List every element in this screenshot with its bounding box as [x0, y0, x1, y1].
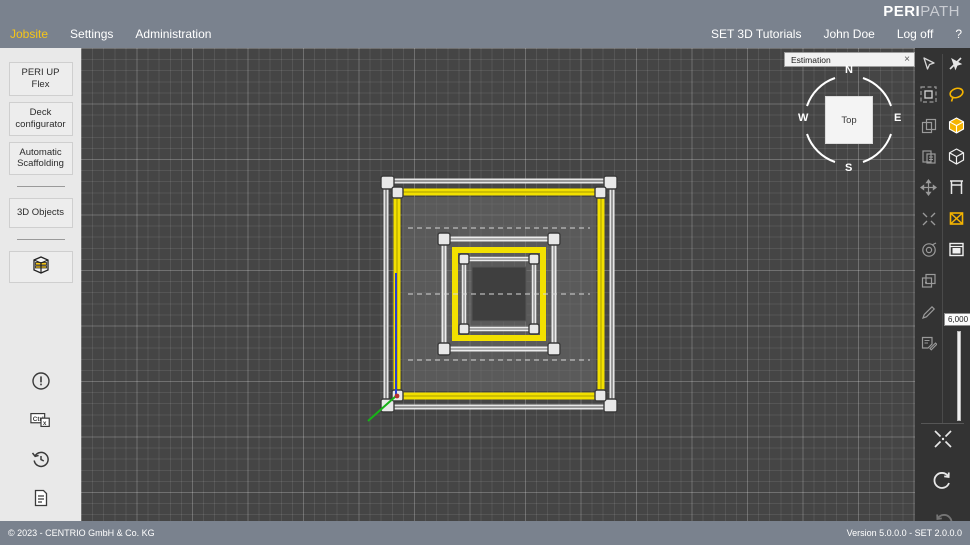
tool-deselect[interactable]	[943, 48, 970, 79]
tool-lasso-select[interactable]	[943, 79, 970, 110]
tool-move[interactable]	[915, 172, 943, 203]
tool-target[interactable]	[915, 234, 943, 265]
top-header-bar: PERIPATH Jobsite Settings Administration…	[0, 0, 970, 48]
left-sidebar: PERI UP Flex Deck configurator Automatic…	[0, 48, 81, 545]
height-slider-track[interactable]	[957, 331, 961, 421]
compass-east-label: E	[894, 112, 902, 124]
sidebar-document-icon[interactable]	[30, 487, 52, 509]
sidebar-history-icon[interactable]	[30, 448, 52, 470]
compass-north-label: N	[845, 64, 853, 76]
cube-solid-icon	[948, 117, 964, 134]
tool-frame[interactable]	[943, 172, 970, 203]
tool-zoom-fit[interactable]	[930, 426, 956, 452]
sidebar-deck-configurator[interactable]: Deck configurator	[8, 101, 73, 136]
toolbar-divider	[921, 423, 964, 424]
nav-administration[interactable]: Administration	[135, 27, 211, 41]
tool-paste[interactable]	[915, 141, 943, 172]
sidebar-utility-icons: Ctrl x	[0, 370, 81, 545]
move-icon	[920, 179, 938, 196]
tool-empty-1	[943, 265, 970, 296]
toolbar-bottom-group	[915, 426, 970, 536]
nav-log-off[interactable]: Log off	[897, 27, 933, 41]
primary-navigation: Jobsite Settings Administration	[10, 27, 211, 41]
view-cube-top-face[interactable]: Top	[825, 96, 873, 144]
sidebar-3d-box-button[interactable]	[8, 251, 73, 284]
tool-duplicate-add[interactable]	[915, 265, 943, 296]
paste-icon	[922, 149, 936, 164]
toolbar-row	[915, 172, 970, 203]
tool-select[interactable]	[915, 48, 943, 79]
footer-version: Version 5.0.0.0 - SET 2.0.0.0	[846, 528, 962, 538]
3d-viewport[interactable]: Estimation × N E S W Top	[81, 48, 915, 521]
select-box-icon	[920, 86, 937, 103]
nav-jobsite[interactable]: Jobsite	[10, 27, 48, 41]
3d-box-icon	[31, 255, 51, 280]
height-slider[interactable]: 6,000	[944, 313, 970, 423]
tool-collapse[interactable]	[915, 203, 943, 234]
cursor-select-icon	[923, 56, 935, 70]
tool-edit[interactable]	[915, 296, 943, 327]
tool-annotate[interactable]	[915, 327, 943, 358]
application-window: PERIPATH Jobsite Settings Administration…	[0, 0, 970, 545]
nav-user-john-doe[interactable]: John Doe	[823, 27, 874, 41]
undo-icon	[933, 472, 950, 489]
toolbar-row	[915, 141, 970, 172]
duplicate-add-icon	[921, 273, 936, 288]
cube-wire-icon	[948, 148, 964, 165]
sidebar-divider-1	[16, 186, 65, 188]
sidebar-divider-2	[16, 239, 65, 241]
footer-bar: © 2023 - CENTRIO GmbH & Co. KG Version 5…	[0, 521, 970, 545]
compass-south-label: S	[845, 162, 853, 174]
tool-cube-solid[interactable]	[943, 110, 970, 141]
scaffolding-model[interactable]	[367, 173, 620, 422]
zoom-fit-icon	[933, 430, 952, 448]
collapse-icon	[922, 212, 936, 225]
account-navigation: SET 3D Tutorials John Doe Log off ?	[711, 27, 962, 41]
peripath-logo: PERIPATH	[883, 3, 960, 20]
svg-text:x: x	[42, 420, 46, 427]
toolbar-row	[915, 234, 970, 265]
toolbar-row	[915, 79, 970, 110]
toolbar-icon-grid	[915, 48, 970, 358]
tool-copy[interactable]	[915, 110, 943, 141]
logo-peri-text: PERI	[883, 3, 921, 20]
sidebar-peri-up-flex[interactable]: PERI UP Flex	[8, 62, 73, 96]
close-icon[interactable]: ×	[904, 54, 910, 65]
view-cube-compass[interactable]: N E S W Top	[798, 64, 902, 174]
cursor-disabled-icon	[949, 56, 963, 70]
nav-set-3d-tutorials[interactable]: SET 3D Tutorials	[711, 27, 801, 41]
tool-brace[interactable]	[943, 203, 970, 234]
scaffold-unit-icon	[949, 242, 964, 257]
right-toolbar: 6,000	[915, 48, 970, 531]
footer-copyright: © 2023 - CENTRIO GmbH & Co. KG	[8, 528, 155, 538]
nav-help[interactable]: ?	[955, 27, 962, 41]
compass-west-label: W	[798, 112, 809, 124]
tool-scaffold-unit[interactable]	[943, 234, 970, 265]
sidebar-shortcuts-icon[interactable]: Ctrl x	[29, 409, 52, 431]
logo-path-text: PATH	[920, 3, 960, 20]
frame-h-icon	[949, 180, 963, 194]
lasso-rotate-icon	[949, 87, 964, 102]
sidebar-info-icon[interactable]	[30, 370, 52, 392]
brace-x-icon	[949, 212, 964, 225]
tool-undo[interactable]	[930, 468, 956, 494]
nav-settings[interactable]: Settings	[70, 27, 113, 41]
toolbar-row	[915, 203, 970, 234]
toolbar-row	[915, 110, 970, 141]
sidebar-objects-group: 3D Objects	[0, 198, 81, 229]
estimation-panel-title: Estimation	[791, 54, 831, 65]
sidebar-automatic-scaffolding[interactable]: Automatic Scaffolding	[8, 141, 73, 176]
toolbar-row	[915, 48, 970, 79]
tool-cube-wire[interactable]	[943, 141, 970, 172]
origin-axis-indicator	[367, 273, 400, 422]
toolbar-row	[915, 265, 970, 296]
sidebar-product-buttons: PERI UP Flex Deck configurator Automatic…	[0, 48, 81, 176]
height-slider-value: 6,000	[944, 313, 970, 326]
tool-box-select[interactable]	[915, 79, 943, 110]
pencil-icon	[921, 305, 935, 319]
copy-icon	[921, 118, 936, 133]
annotate-icon	[921, 336, 937, 351]
sidebar-3d-objects[interactable]: 3D Objects	[8, 198, 73, 229]
target-icon	[921, 241, 937, 257]
